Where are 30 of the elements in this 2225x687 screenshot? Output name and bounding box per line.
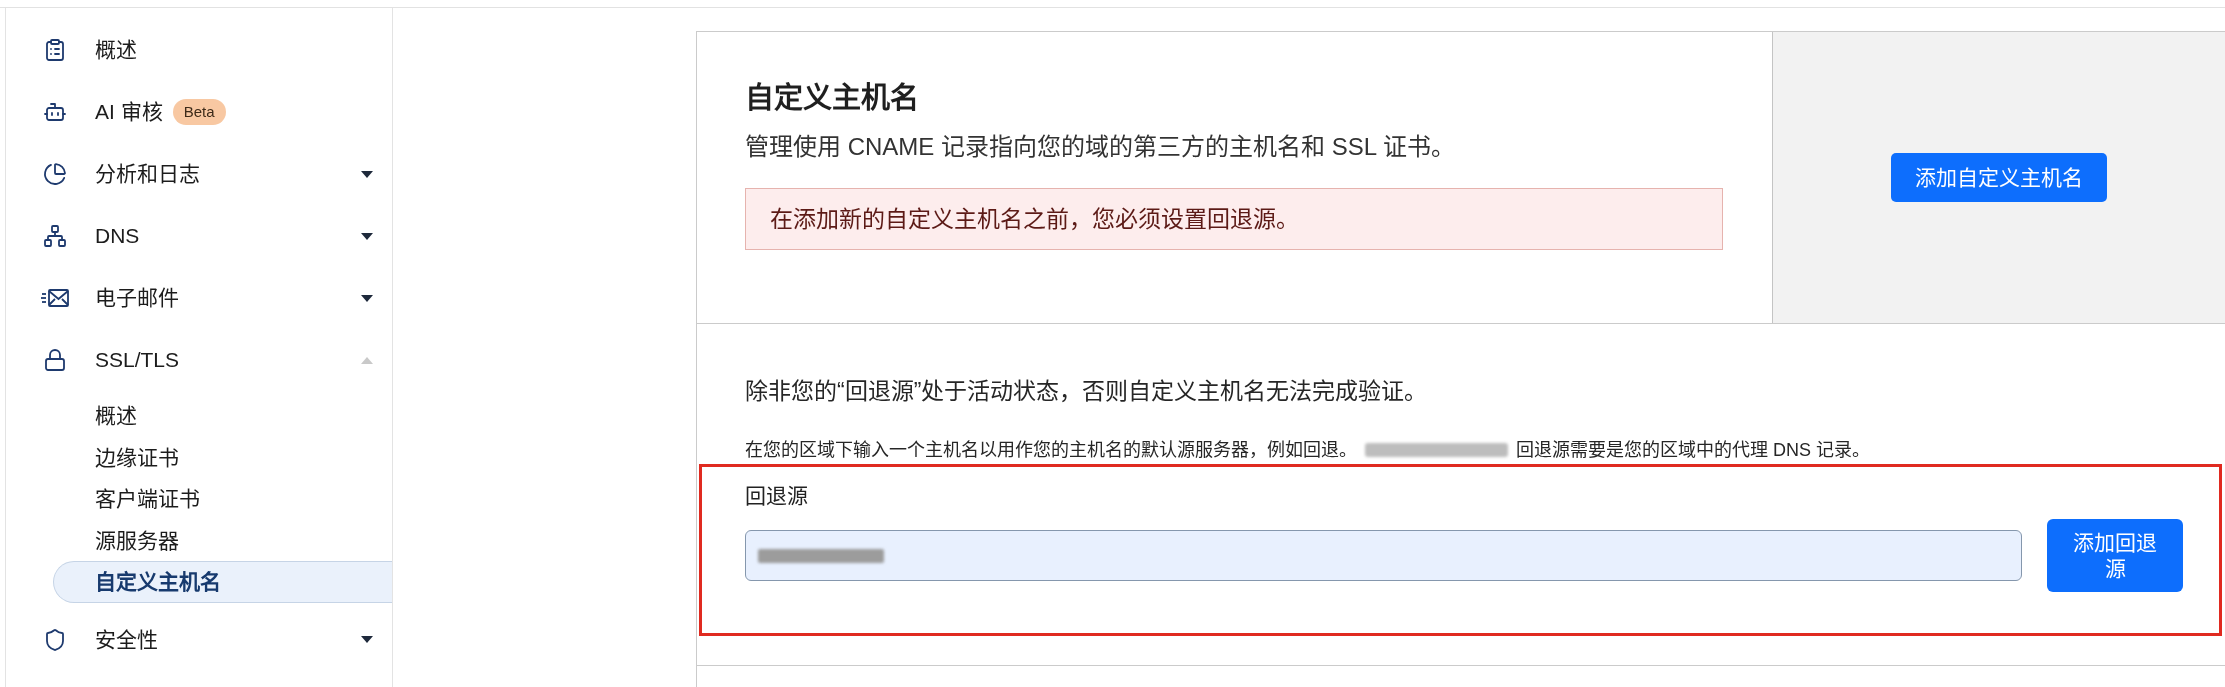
- nav-item[interactable]: 概述: [6, 19, 392, 81]
- nav-item[interactable]: 电子邮件: [6, 267, 392, 329]
- add-hostname-button[interactable]: 添加自定义主机名: [1891, 153, 2107, 202]
- section-description: 管理使用 CNAME 记录指向您的域的第三方的主机名和 SSL 证书。: [745, 132, 1455, 162]
- shield-icon: [43, 627, 67, 652]
- add-fallback-button[interactable]: 添加回退源: [2047, 519, 2183, 592]
- notice-text: 除非您的“回退源”处于活动状态，否则自定义主机名无法完成验证。: [745, 377, 1428, 406]
- nav-subitem[interactable]: 源服务器: [53, 519, 392, 561]
- beta-badge: Beta: [172, 99, 226, 125]
- pie-chart-icon: [43, 162, 67, 186]
- lock-icon: [43, 348, 67, 372]
- nav-item[interactable]: 分析和日志: [6, 143, 392, 205]
- help-text: 回退源需要是您的区域中的代理 DNS 记录。: [1516, 439, 1870, 462]
- nav-item[interactable]: SSL/TLS: [6, 329, 392, 391]
- envelope-icon: [41, 288, 69, 308]
- nav-subitem[interactable]: 边缘证书: [53, 436, 392, 478]
- nav-subitem[interactable]: 客户端证书: [53, 478, 392, 520]
- section-title: 自定义主机名: [745, 81, 919, 116]
- field-label: 回退源: [745, 483, 808, 509]
- nav-item[interactable]: AI 审核 Beta: [6, 81, 392, 143]
- nav-item[interactable]: DNS: [6, 205, 392, 267]
- alert-message: 在添加新的自定义主机名之前，您必须设置回退源。: [745, 188, 1723, 250]
- clipboard-icon: [43, 38, 67, 62]
- robot-icon: [43, 100, 67, 124]
- hierarchy-icon: [43, 224, 67, 248]
- nav-subitem[interactable]: 自定义主机名: [53, 561, 392, 603]
- nav-subitem[interactable]: 概述: [53, 395, 392, 437]
- nav-item[interactable]: 安全性: [6, 608, 392, 671]
- help-text: 在您的区域下输入一个主机名以用作您的主机名的默认源服务器，例如回退。: [745, 439, 1357, 462]
- text-field[interactable]: [745, 530, 2022, 581]
